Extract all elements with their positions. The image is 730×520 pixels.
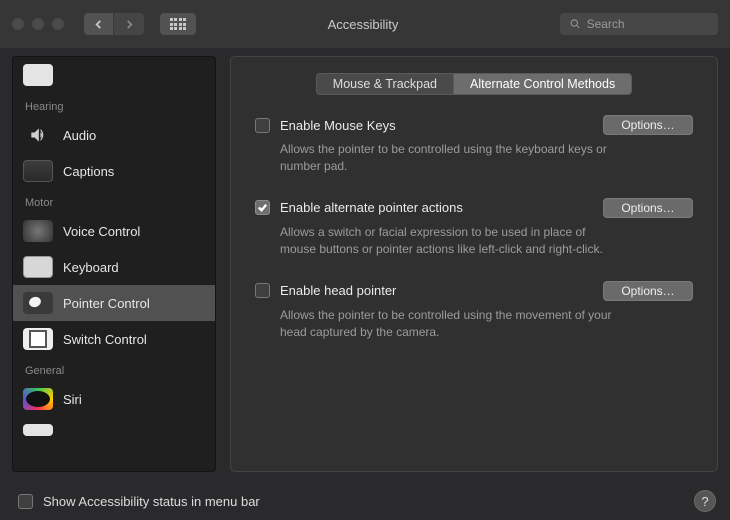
sidebar-item-switch-control[interactable]: Switch Control bbox=[13, 321, 215, 357]
sidebar-item-label: Siri bbox=[63, 392, 82, 407]
settings-panel: Mouse & TrackpadAlternate Control Method… bbox=[230, 56, 718, 472]
options-button-mouse-keys[interactable]: Options… bbox=[603, 115, 693, 135]
switch-control-icon bbox=[23, 328, 53, 350]
sidebar-item-partial[interactable] bbox=[13, 57, 215, 93]
voice-control-icon bbox=[23, 220, 53, 242]
sidebar-section-hearing: Hearing bbox=[13, 93, 215, 117]
minimize-window-button[interactable] bbox=[32, 18, 44, 30]
option-head-pointer: Enable head pointer Options… Allows the po… bbox=[255, 281, 693, 342]
forward-button[interactable] bbox=[114, 13, 144, 35]
help-button[interactable]: ? bbox=[694, 490, 716, 512]
nav-buttons bbox=[84, 13, 144, 35]
sidebar: Hearing Audio Captions Motor Voice Control Ke… bbox=[12, 56, 216, 472]
tab-mouse-trackpad[interactable]: Mouse & Trackpad bbox=[317, 74, 454, 94]
sidebar-item-captions[interactable]: Captions bbox=[13, 153, 215, 189]
window-controls bbox=[12, 18, 64, 30]
option-label: Enable Mouse Keys bbox=[280, 118, 593, 133]
options-button-head-pointer[interactable]: Options… bbox=[603, 281, 693, 301]
option-label: Enable head pointer bbox=[280, 283, 593, 298]
keyboard-icon bbox=[23, 256, 53, 278]
option-description: Allows a switch or facial expression to … bbox=[280, 224, 620, 259]
show-status-label: Show Accessibility status in menu bar bbox=[43, 494, 684, 509]
sidebar-item-siri[interactable]: Siri bbox=[13, 381, 215, 417]
sidebar-item-keyboard[interactable]: Keyboard bbox=[13, 249, 215, 285]
option-label: Enable alternate pointer actions bbox=[280, 200, 593, 215]
options-button-alt-pointer[interactable]: Options… bbox=[603, 198, 693, 218]
checkbox-mouse-keys[interactable] bbox=[255, 118, 270, 133]
close-window-button[interactable] bbox=[12, 18, 24, 30]
sidebar-item-label: Audio bbox=[63, 128, 96, 143]
sidebar-item-label: Pointer Control bbox=[63, 296, 150, 311]
siri-icon bbox=[23, 388, 53, 410]
sidebar-item-label: Keyboard bbox=[63, 260, 119, 275]
sidebar-item-voice-control[interactable]: Voice Control bbox=[13, 213, 215, 249]
footer: Show Accessibility status in menu bar ? bbox=[0, 482, 730, 520]
captions-icon bbox=[23, 160, 53, 182]
checkbox-alt-pointer[interactable] bbox=[255, 200, 270, 215]
zoom-window-button[interactable] bbox=[52, 18, 64, 30]
sidebar-section-motor: Motor bbox=[13, 189, 215, 213]
show-all-button[interactable] bbox=[160, 13, 196, 35]
option-mouse-keys: Enable Mouse Keys Options… Allows the poin… bbox=[255, 115, 693, 176]
tab-alt-control[interactable]: Alternate Control Methods bbox=[454, 74, 631, 94]
sidebar-item-pointer-control[interactable]: Pointer Control bbox=[13, 285, 215, 321]
preferences-window: Accessibility Hearing Audio Captions Motor V… bbox=[0, 0, 730, 520]
show-status-checkbox[interactable] bbox=[18, 494, 33, 509]
back-button[interactable] bbox=[84, 13, 114, 35]
pointer-control-icon bbox=[23, 292, 53, 314]
window-title: Accessibility bbox=[204, 17, 552, 32]
option-description: Allows the pointer to be controlled usin… bbox=[280, 307, 620, 342]
sidebar-item-label: Voice Control bbox=[63, 224, 140, 239]
sidebar-item-label: Switch Control bbox=[63, 332, 147, 347]
search-field[interactable] bbox=[560, 13, 718, 35]
content-body: Hearing Audio Captions Motor Voice Control Ke… bbox=[0, 48, 730, 482]
sidebar-section-general: General bbox=[13, 357, 215, 381]
option-description: Allows the pointer to be controlled usin… bbox=[280, 141, 620, 176]
sidebar-item-audio[interactable]: Audio bbox=[13, 117, 215, 153]
option-alt-pointer: Enable alternate pointer actions Options…… bbox=[255, 198, 693, 259]
checkbox-head-pointer[interactable] bbox=[255, 283, 270, 298]
search-icon bbox=[570, 18, 581, 30]
options-list: Enable Mouse Keys Options… Allows the poin… bbox=[255, 115, 693, 363]
tab-bar: Mouse & TrackpadAlternate Control Method… bbox=[316, 73, 632, 95]
audio-icon bbox=[23, 124, 53, 146]
titlebar: Accessibility bbox=[0, 0, 730, 48]
sidebar-item-label: Captions bbox=[63, 164, 114, 179]
search-input[interactable] bbox=[587, 17, 708, 31]
sidebar-item-partial-bottom[interactable] bbox=[13, 417, 215, 443]
